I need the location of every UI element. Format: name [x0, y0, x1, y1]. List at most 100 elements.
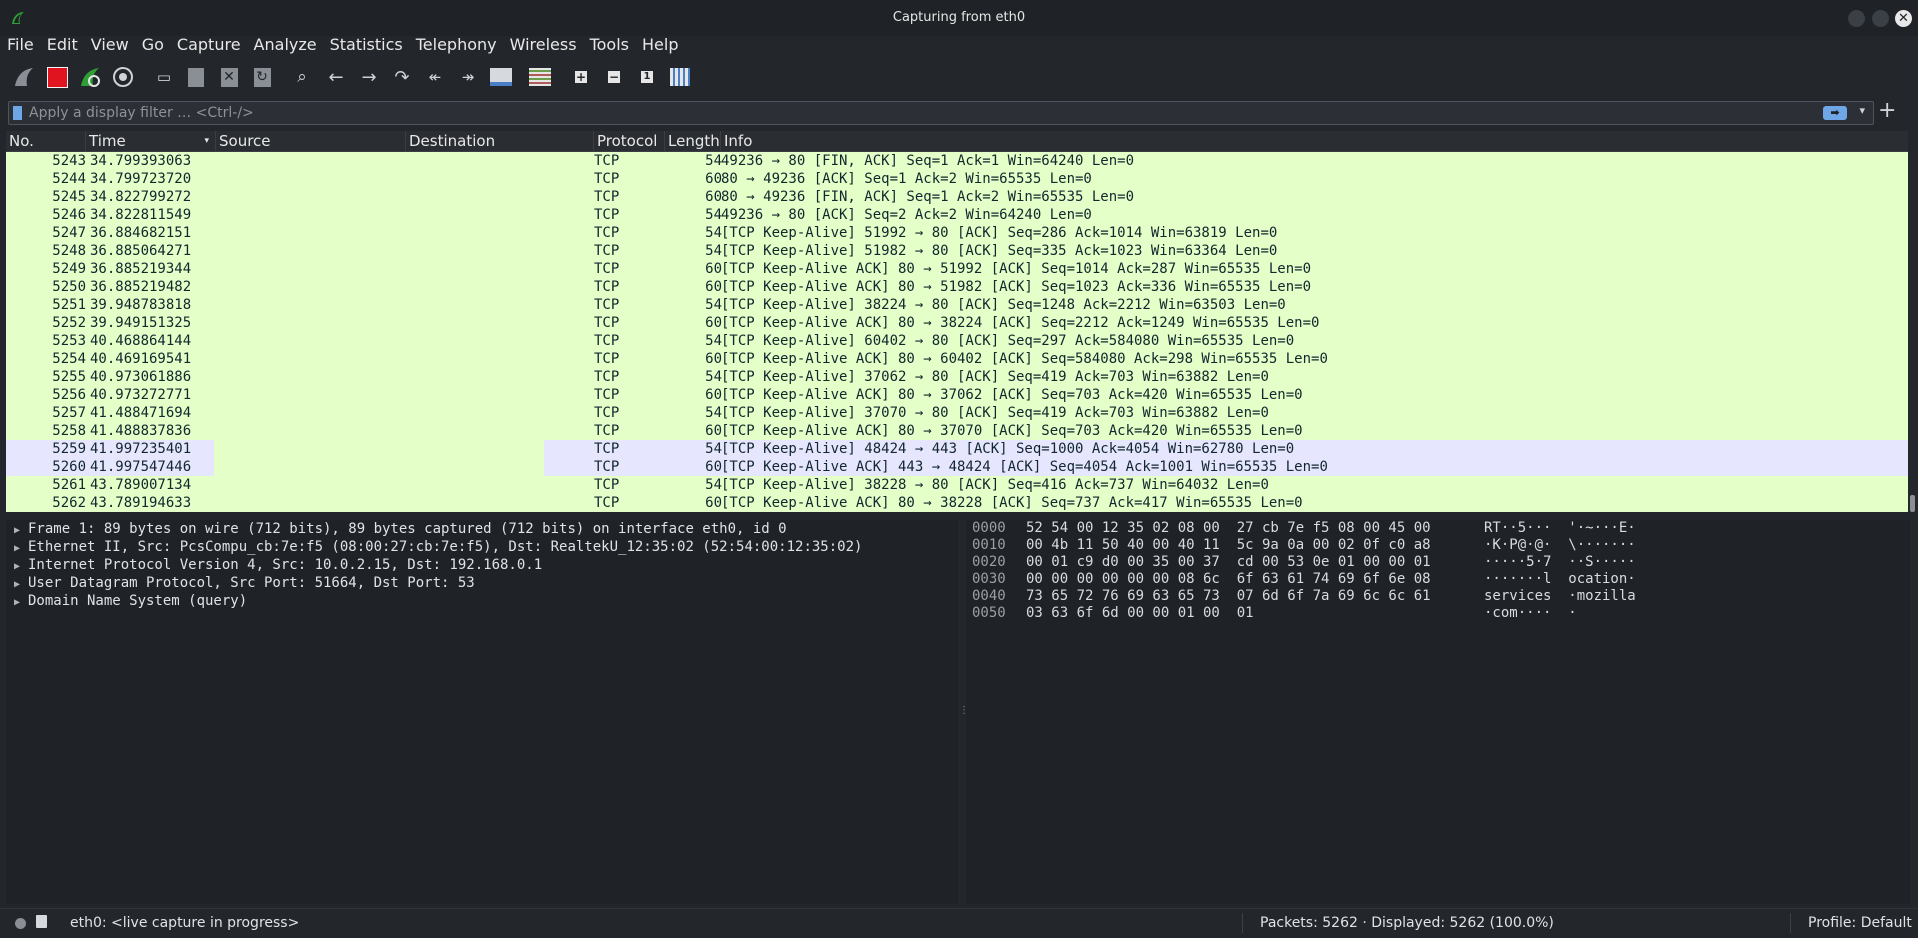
packet-bytes-pane[interactable]: 0000 52 54 00 12 35 02 08 00 27 cb 7e f5 … [966, 520, 1910, 904]
apply-filter-arrow-icon[interactable]: ➡ [1823, 106, 1847, 120]
table-row[interactable]: 5243 34.799393063 TCP 54 49236 → 80 [FIN, AC… [6, 152, 1908, 170]
detail-tree-item[interactable]: ▶ Ethernet II, Src: PcsCompu_cb:7e:f5 (08… [6, 538, 958, 556]
zoom-out-icon[interactable]: − [602, 65, 626, 89]
last-packet-icon[interactable]: ↠ [456, 65, 480, 89]
packet-info: [TCP Keep-Alive ACK] 80 → 38224 [ACK] Se… [721, 315, 1320, 331]
table-row[interactable]: 5260 41.997547446 TCP 60 [TCP Keep-Alive ACK… [6, 458, 1908, 476]
column-time[interactable]: Time ▾ [86, 131, 216, 151]
autoscroll-icon[interactable] [489, 65, 513, 89]
table-row[interactable]: 5261 43.789007134 TCP 54 [TCP Keep-Alive] 38… [6, 476, 1908, 494]
table-row[interactable]: 5262 43.789194633 TCP 60 [TCP Keep-Alive ACK… [6, 494, 1908, 512]
menu-wireless[interactable]: Wireless [503, 33, 583, 54]
add-filter-button[interactable]: + [1878, 98, 1896, 123]
table-row[interactable]: 5258 41.488837836 TCP 60 [TCP Keep-Alive ACK… [6, 422, 1908, 440]
menu-edit[interactable]: Edit [40, 33, 84, 54]
byte-ascii: services ·mozilla [1484, 588, 1636, 604]
detail-tree-item[interactable]: ▶ Internet Protocol Version 4, Src: 10.0.… [6, 556, 958, 574]
column-protocol[interactable]: Protocol [594, 131, 665, 151]
table-row[interactable]: 5252 39.949151325 TCP 60 [TCP Keep-Alive ACK… [6, 314, 1908, 332]
packet-no: 5252 [52, 315, 86, 331]
status-bar: eth0: <live capture in progress> Packets… [0, 908, 1918, 938]
table-row[interactable]: 5248 36.885064271 TCP 54 [TCP Keep-Alive] 51… [6, 242, 1908, 260]
menu-capture[interactable]: Capture [170, 33, 247, 54]
packet-info: [TCP Keep-Alive ACK] 80 → 51982 [ACK] Se… [721, 279, 1312, 295]
status-divider [1242, 913, 1243, 933]
go-forward-icon[interactable]: → [357, 65, 381, 89]
packet-time: 41.997235401 [90, 441, 192, 457]
table-row[interactable]: 5255 40.973061886 TCP 54 [TCP Keep-Alive] 37… [6, 368, 1908, 386]
go-back-icon[interactable]: ← [324, 65, 348, 89]
bookmark-icon[interactable] [13, 106, 22, 120]
expand-arrow-icon[interactable]: ▶ [6, 594, 28, 612]
table-row[interactable]: 5256 40.973272771 TCP 60 [TCP Keep-Alive ACK… [6, 386, 1908, 404]
chevron-down-icon[interactable]: ▾ [1859, 104, 1865, 117]
packet-info: 80 → 49236 [ACK] Seq=1 Ack=2 Win=65535 L… [721, 171, 1092, 187]
packet-info: [TCP Keep-Alive] 51992 → 80 [ACK] Seq=28… [721, 225, 1278, 241]
detail-tree-item[interactable]: ▶ User Datagram Protocol, Src Port: 51664… [6, 574, 958, 592]
packet-destination [406, 152, 596, 170]
colorize-icon[interactable] [528, 65, 552, 89]
open-file-icon[interactable]: ▭ [152, 65, 176, 89]
packet-protocol: TCP [594, 243, 620, 259]
menu-file[interactable]: File [0, 33, 40, 54]
close-window-button[interactable]: ✕ [1895, 10, 1912, 27]
table-row[interactable]: 5251 39.948783818 TCP 54 [TCP Keep-Alive] 38… [6, 296, 1908, 314]
table-row[interactable]: 5245 34.822799272 TCP 60 80 → 49236 [FIN, AC… [6, 188, 1908, 206]
menu-view[interactable]: View [84, 33, 135, 54]
detail-tree-item[interactable]: ▶ Domain Name System (query) [6, 592, 958, 610]
table-row[interactable]: 5253 40.468864144 TCP 54 [TCP Keep-Alive] 60… [6, 332, 1908, 350]
table-row[interactable]: 5249 36.885219344 TCP 60 [TCP Keep-Alive ACK… [6, 260, 1908, 278]
column-destination[interactable]: Destination [406, 131, 594, 151]
packet-no: 5256 [52, 387, 86, 403]
detail-tree-item[interactable]: ▶ Frame 1: 89 bytes on wire (712 bits), 8… [6, 520, 958, 538]
normal-size-icon[interactable]: 1 [635, 65, 659, 89]
minimize-button[interactable] [1848, 10, 1865, 27]
table-row[interactable]: 5259 41.997235401 TCP 54 [TCP Keep-Alive] 48… [6, 440, 1908, 458]
column-source[interactable]: Source [216, 131, 406, 151]
reload-file-icon[interactable]: ↻ [250, 65, 274, 89]
packet-no: 5248 [52, 243, 86, 259]
byte-ascii: RT··5··· '·~···E· [1484, 520, 1636, 536]
window-title: Capturing from eth0 [892, 10, 1026, 25]
column-no[interactable]: No. [6, 131, 86, 151]
expert-info-icon[interactable] [15, 918, 26, 929]
menu-tools[interactable]: Tools [583, 33, 635, 54]
column-length[interactable]: Length [665, 131, 721, 151]
status-message: eth0: <live capture in progress> [70, 915, 300, 931]
packet-source [214, 152, 404, 170]
packet-details-pane[interactable]: ▶ Frame 1: 89 bytes on wire (712 bits), 8… [6, 520, 958, 904]
table-row[interactable]: 5257 41.488471694 TCP 54 [TCP Keep-Alive] 37… [6, 404, 1908, 422]
menu-statistics[interactable]: Statistics [323, 33, 409, 54]
resize-columns-icon[interactable] [668, 65, 692, 89]
menu-help[interactable]: Help [635, 33, 684, 54]
capture-comment-icon[interactable] [36, 915, 47, 928]
shark-fin-start-icon[interactable] [12, 65, 36, 89]
display-filter-input[interactable] [29, 102, 1829, 124]
table-row[interactable]: 5254 40.469169541 TCP 60 [TCP Keep-Alive ACK… [6, 350, 1908, 368]
menu-analyze[interactable]: Analyze [247, 33, 323, 54]
column-info[interactable]: Info [721, 131, 1908, 151]
table-row[interactable]: 5246 34.822811549 TCP 54 49236 → 80 [ACK] Se… [6, 206, 1908, 224]
packet-list-scrollbar[interactable] [1910, 495, 1915, 512]
packet-source [214, 404, 404, 422]
find-packet-icon[interactable]: ⌕ [290, 65, 314, 89]
profile-indicator[interactable]: Profile: Default [1808, 915, 1912, 931]
menu-go[interactable]: Go [135, 33, 170, 54]
table-row[interactable]: 5250 36.885219482 TCP 60 [TCP Keep-Alive ACK… [6, 278, 1908, 296]
packet-no: 5253 [52, 333, 86, 349]
restart-capture-icon[interactable] [78, 65, 102, 89]
zoom-in-icon[interactable]: + [569, 65, 593, 89]
table-row[interactable]: 5247 36.884682151 TCP 54 [TCP Keep-Alive] 51… [6, 224, 1908, 242]
maximize-button[interactable] [1872, 10, 1889, 27]
close-file-icon[interactable]: ✕ [217, 65, 241, 89]
save-file-icon[interactable] [184, 65, 208, 89]
stop-capture-icon[interactable] [45, 65, 69, 89]
first-packet-icon[interactable]: ↞ [423, 65, 447, 89]
go-to-packet-icon[interactable]: ↷ [390, 65, 414, 89]
packet-list[interactable]: 5243 34.799393063 TCP 54 49236 → 80 [FIN, AC… [6, 152, 1908, 512]
capture-options-icon[interactable] [111, 65, 135, 89]
menu-telephony[interactable]: Telephony [409, 33, 503, 54]
pane-splitter[interactable]: ⋮ [958, 520, 969, 904]
table-row[interactable]: 5244 34.799723720 TCP 60 80 → 49236 [ACK] Se… [6, 170, 1908, 188]
packet-source [214, 206, 404, 224]
